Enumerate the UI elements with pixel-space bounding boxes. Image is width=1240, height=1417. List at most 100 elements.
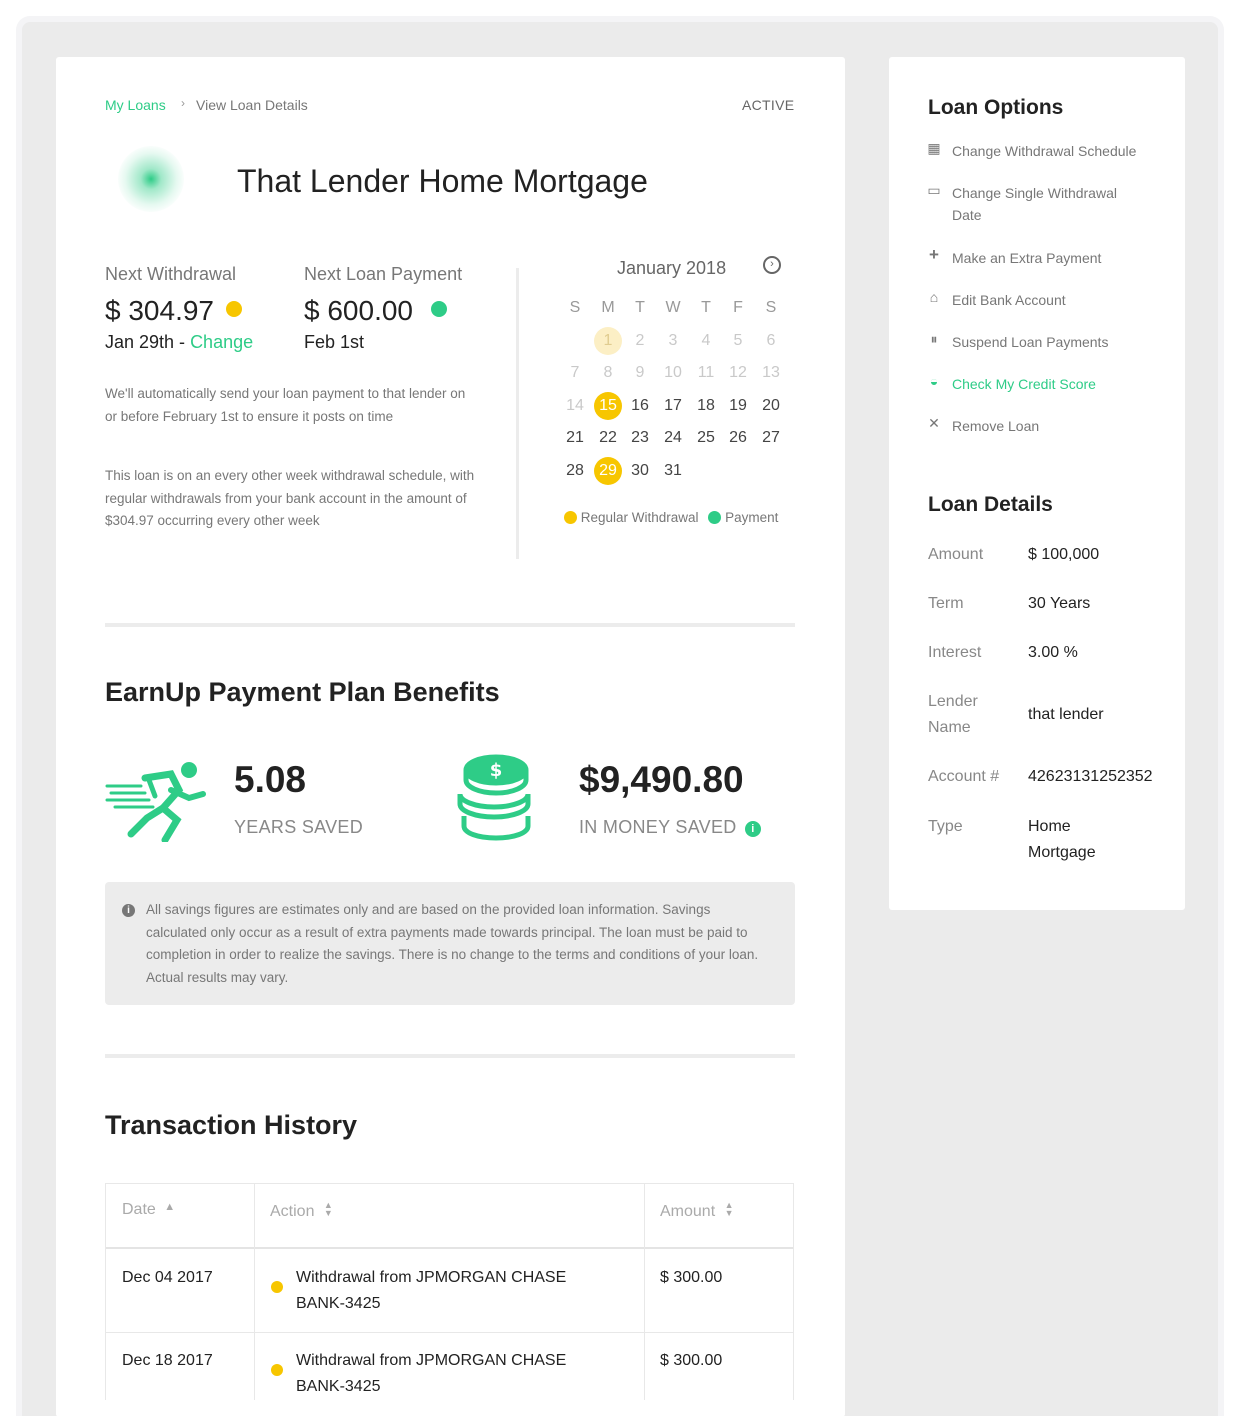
calendar-day[interactable]: 26 bbox=[724, 424, 752, 452]
detail-term-value: 30 Years bbox=[1028, 595, 1091, 612]
withdrawal-dot bbox=[226, 301, 242, 317]
transaction-history-title: Transaction History bbox=[105, 1110, 358, 1140]
calendar-day[interactable]: 24 bbox=[659, 424, 687, 452]
legend-withdrawal-dot bbox=[564, 511, 577, 524]
option-label: Edit Bank Account bbox=[952, 292, 1066, 308]
money-saved-label-row: IN MONEY SAVED i bbox=[579, 817, 761, 838]
detail-lender-label: Lender Name bbox=[928, 693, 978, 736]
calendar-day[interactable]: 3 bbox=[659, 327, 687, 355]
legend-payment-dot bbox=[708, 511, 722, 524]
next-payment-date: Feb 1st bbox=[304, 332, 365, 352]
calendar-day[interactable]: 12 bbox=[724, 359, 752, 387]
row-date: Dec 04 2017 bbox=[122, 1269, 213, 1286]
legend-withdrawal-label: Regular Withdrawal bbox=[580, 510, 699, 525]
calendar-day[interactable]: 15 bbox=[594, 392, 622, 420]
calendar-weekday: W bbox=[665, 299, 681, 316]
sort-icon: ▲ ▼ bbox=[323, 1200, 333, 1218]
calendar-weekday: S bbox=[569, 299, 581, 316]
detail-interest-label: Interest bbox=[928, 644, 982, 661]
calendar-day[interactable]: 30 bbox=[626, 457, 654, 485]
calendar-day[interactable]: 11 bbox=[692, 359, 720, 387]
calendar-day[interactable]: 14 bbox=[561, 392, 589, 420]
calendar-legend: Regular Withdrawal Payment bbox=[564, 510, 778, 525]
calendar-day[interactable]: 18 bbox=[692, 392, 720, 420]
withdrawal-dot bbox=[271, 1281, 283, 1293]
row-action: Withdrawal from JPMORGAN CHASE BANK-3425 bbox=[296, 1352, 567, 1395]
years-saved-label: YEARS SAVED bbox=[234, 817, 364, 837]
vertical-divider bbox=[516, 268, 519, 559]
calendar-day[interactable]: 20 bbox=[757, 392, 785, 420]
calendar-day[interactable]: 27 bbox=[757, 424, 785, 452]
calendar-day[interactable]: 25 bbox=[692, 424, 720, 452]
detail-account-label: Account # bbox=[928, 768, 1000, 785]
calendar-weekday: T bbox=[635, 299, 645, 316]
row-amount: $ 300.00 bbox=[660, 1352, 723, 1369]
money-saved-value: $9,490.80 bbox=[579, 759, 744, 800]
calendar-next-icon[interactable]: › bbox=[763, 256, 781, 274]
gauge-icon: ◒ bbox=[929, 373, 939, 389]
sort-ascending-icon: ▲ bbox=[164, 1201, 176, 1213]
breadcrumb-current: View Loan Details bbox=[196, 97, 308, 113]
detail-interest-value: 3.00 % bbox=[1028, 644, 1078, 661]
sort-date-header[interactable]: Date ▲ bbox=[122, 1201, 175, 1219]
calendar-day[interactable]: 16 bbox=[626, 392, 654, 420]
sort-action-header[interactable]: Action ▲ ▼ bbox=[270, 1201, 333, 1221]
calendar-day[interactable]: 1 bbox=[594, 327, 622, 355]
sort-amount-header[interactable]: Amount ▲ ▼ bbox=[660, 1201, 734, 1221]
running-person-icon bbox=[105, 762, 206, 842]
option-label: Make an Extra Payment bbox=[952, 250, 1102, 266]
calendar-day[interactable]: 29 bbox=[594, 457, 622, 485]
info-icon[interactable]: i bbox=[744, 821, 761, 837]
payment-info-paragraph: We'll automatically send your loan payme… bbox=[105, 386, 466, 424]
calendar-day[interactable]: 22 bbox=[594, 424, 622, 452]
detail-amount-value: $ 100,000 bbox=[1028, 546, 1100, 563]
close-icon: ✕ bbox=[928, 415, 940, 431]
years-saved-value: 5.08 bbox=[234, 759, 307, 800]
calendar-day[interactable]: 28 bbox=[561, 457, 589, 485]
page-title: That Lender Home Mortgage bbox=[237, 163, 648, 199]
table-row-divider bbox=[105, 1332, 794, 1333]
calendar-day[interactable]: 6 bbox=[757, 327, 785, 355]
calendar-day[interactable]: 31 bbox=[659, 457, 687, 485]
detail-lender-value: that lender bbox=[1028, 706, 1104, 723]
calendar-day[interactable]: 9 bbox=[626, 359, 654, 387]
calendar-day[interactable]: 23 bbox=[626, 424, 654, 452]
withdrawal-dot bbox=[271, 1364, 283, 1376]
legend-payment-label: Payment bbox=[725, 510, 779, 525]
table-border-right bbox=[793, 1183, 794, 1400]
svg-text:$: $ bbox=[490, 760, 503, 781]
calendar-day[interactable]: 5 bbox=[724, 327, 752, 355]
change-withdrawal-link[interactable]: Change bbox=[190, 332, 253, 352]
calendar-day[interactable]: 7 bbox=[561, 359, 589, 387]
calendar-icon: ▦ bbox=[927, 140, 941, 156]
savings-disclaimer-text: All savings figures are estimates only a… bbox=[146, 902, 759, 985]
info-circle-icon: i bbox=[122, 904, 135, 917]
row-date: Dec 18 2017 bbox=[122, 1352, 213, 1369]
section-divider-2 bbox=[105, 1054, 795, 1058]
calendar-day[interactable]: 19 bbox=[724, 392, 752, 420]
date-header-label: Date bbox=[122, 1201, 156, 1218]
loan-details-title: Loan Details bbox=[928, 493, 1053, 516]
breadcrumb-my-loans[interactable]: My Loans bbox=[105, 97, 166, 113]
schedule-info-paragraph: This loan is on an every other week with… bbox=[105, 468, 475, 528]
calendar-day[interactable]: 4 bbox=[692, 327, 720, 355]
row-amount: $ 300.00 bbox=[660, 1269, 723, 1286]
next-withdrawal-amount: $ 304.97 bbox=[105, 295, 214, 326]
calendar-weekday: S bbox=[765, 299, 777, 316]
money-saved-label: IN MONEY SAVED bbox=[579, 817, 737, 837]
table-border-left bbox=[105, 1183, 106, 1400]
next-withdrawal-date-row: Jan 29th - Change bbox=[105, 332, 253, 353]
plus-icon: + bbox=[929, 245, 939, 264]
detail-type-label: Type bbox=[928, 818, 963, 835]
calendar-day[interactable]: 2 bbox=[626, 327, 654, 355]
coins-icon: $ bbox=[457, 754, 531, 841]
pause-icon: ⏸ bbox=[930, 331, 938, 347]
calendar-day[interactable]: 21 bbox=[561, 424, 589, 452]
calendar-day[interactable]: 8 bbox=[594, 359, 622, 387]
option-label: Suspend Loan Payments bbox=[952, 334, 1109, 350]
calendar-day[interactable]: 17 bbox=[659, 392, 687, 420]
breadcrumb-separator: › bbox=[181, 96, 185, 110]
lender-logo bbox=[118, 146, 184, 212]
calendar-day[interactable]: 10 bbox=[659, 359, 687, 387]
calendar-day[interactable]: 13 bbox=[757, 359, 785, 387]
